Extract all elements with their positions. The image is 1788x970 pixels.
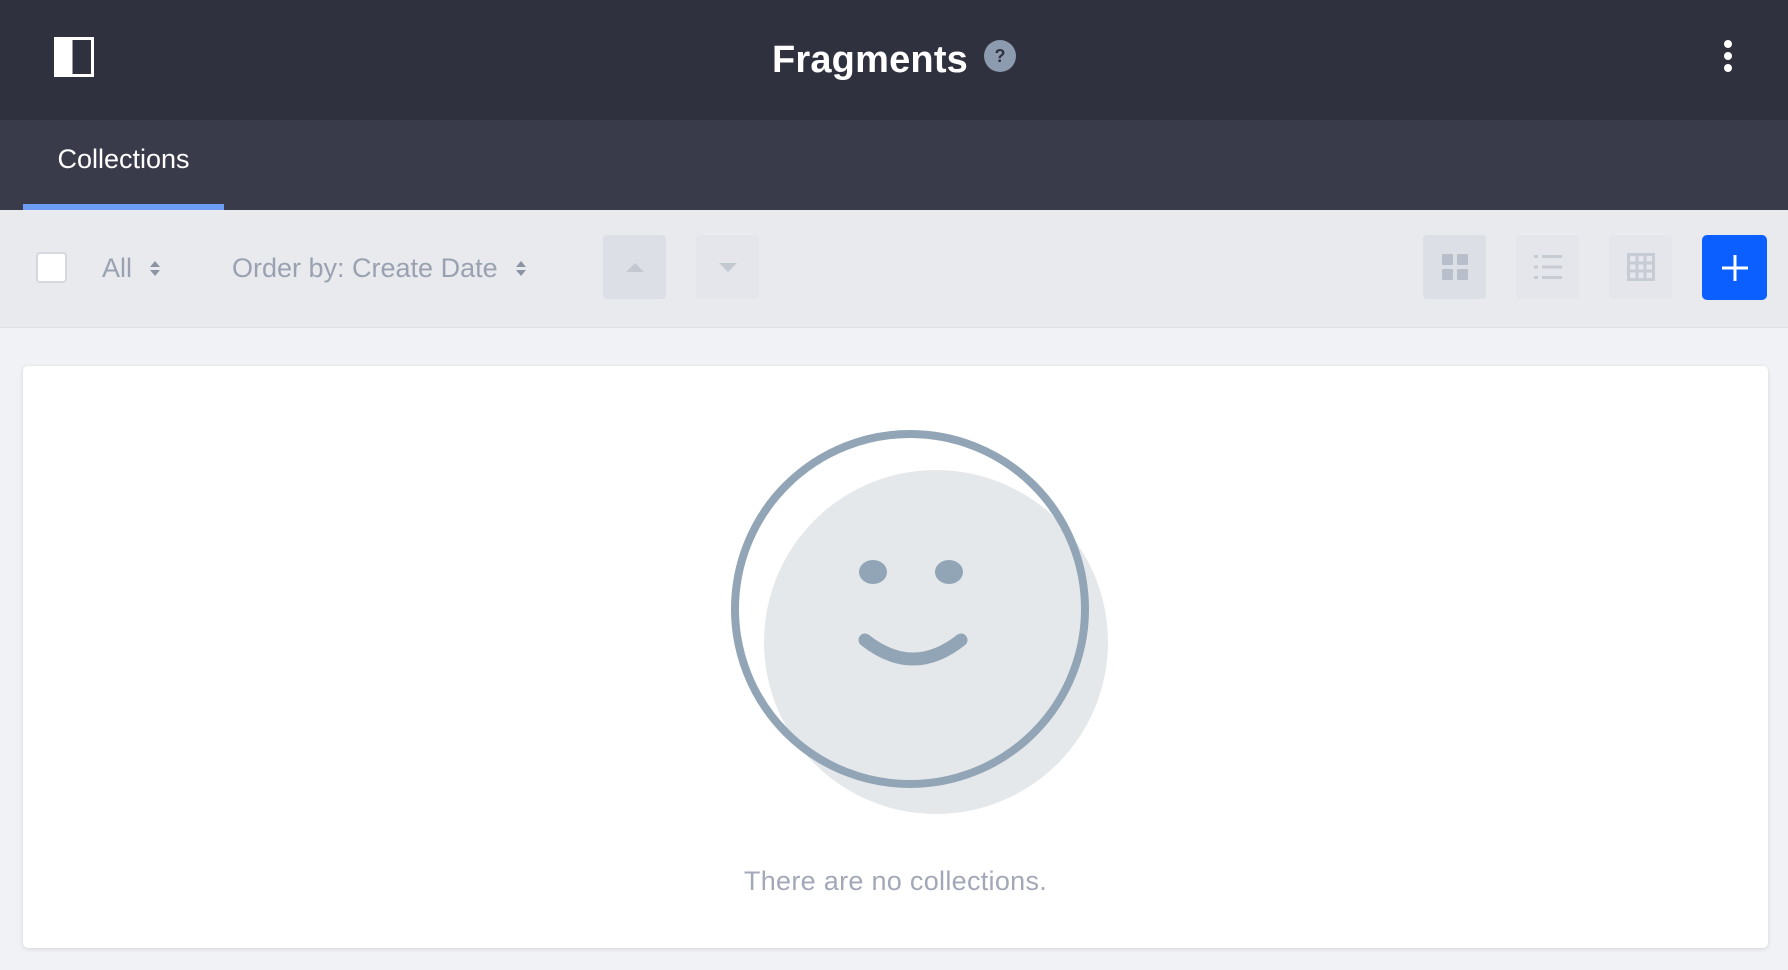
add-collection-button[interactable] bbox=[1702, 235, 1767, 300]
title-group: Fragments ? bbox=[0, 0, 1788, 120]
app-header: Fragments ? bbox=[0, 0, 1788, 120]
management-toolbar: All Order by: Create Date bbox=[0, 210, 1788, 328]
tab-label: Collections bbox=[57, 143, 190, 174]
cards-icon bbox=[1441, 254, 1468, 280]
caret-down-icon bbox=[718, 262, 737, 272]
sidebar-toggle-button[interactable] bbox=[54, 37, 94, 77]
help-icon[interactable]: ? bbox=[984, 40, 1017, 72]
caret-up-icon bbox=[625, 262, 644, 272]
filter-label: All bbox=[102, 252, 133, 283]
filter-dropdown[interactable]: All bbox=[102, 246, 161, 290]
sort-descending-button[interactable] bbox=[696, 235, 759, 299]
plus-icon bbox=[1721, 254, 1748, 281]
kebab-icon bbox=[1724, 40, 1732, 48]
navigation-bar: Collections bbox=[0, 120, 1788, 210]
sort-ascending-button[interactable] bbox=[603, 235, 666, 299]
select-all-checkbox[interactable] bbox=[36, 252, 67, 283]
view-cards-button[interactable] bbox=[1423, 235, 1486, 299]
order-by-label: Order by: Create Date bbox=[232, 252, 498, 283]
page-title: Fragments bbox=[771, 38, 969, 81]
tab-collections[interactable]: Collections bbox=[23, 120, 224, 210]
list-icon bbox=[1533, 255, 1562, 279]
view-table-button[interactable] bbox=[1609, 235, 1672, 299]
sidebar-toggle-icon bbox=[54, 37, 94, 77]
table-icon bbox=[1626, 253, 1655, 281]
empty-state-message: There are no collections. bbox=[743, 866, 1048, 896]
smiley-face-icon bbox=[731, 430, 1108, 814]
empty-state-card: There are no collections. bbox=[23, 366, 1768, 948]
options-menu-button[interactable] bbox=[1712, 36, 1744, 76]
caret-double-icon bbox=[150, 260, 161, 276]
order-by-dropdown[interactable]: Order by: Create Date bbox=[232, 246, 526, 290]
caret-double-icon bbox=[515, 260, 526, 276]
view-list-button[interactable] bbox=[1516, 235, 1579, 299]
